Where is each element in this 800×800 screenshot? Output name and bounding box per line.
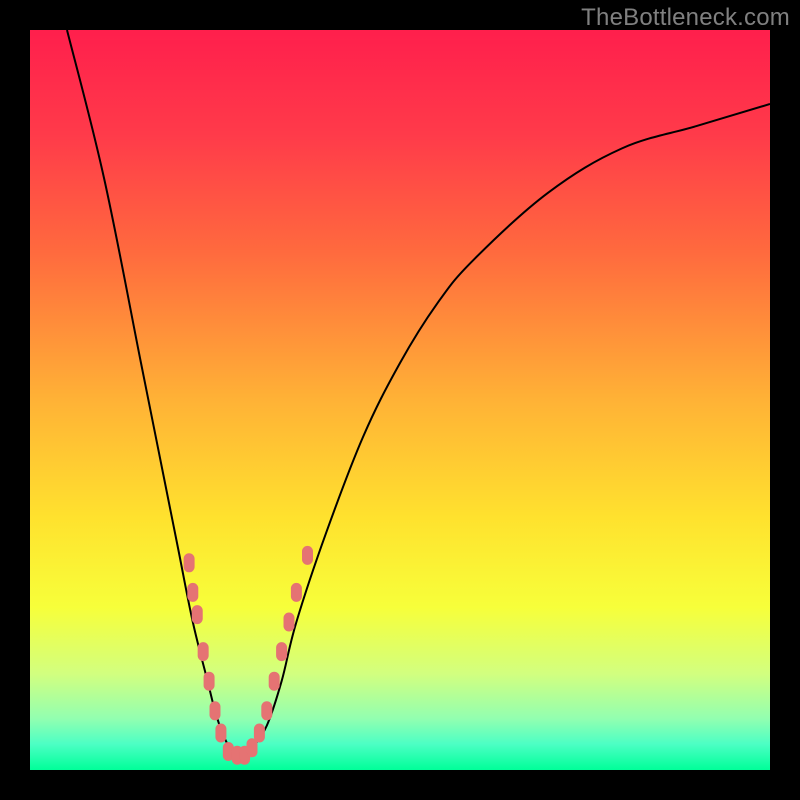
chart-frame: TheBottleneck.com	[0, 0, 800, 800]
data-marker	[184, 554, 194, 572]
data-marker	[198, 643, 208, 661]
curve-layer	[30, 30, 770, 770]
data-marker	[210, 702, 220, 720]
data-marker	[254, 724, 264, 742]
data-marker	[291, 583, 301, 601]
data-marker	[303, 546, 313, 564]
plot-area	[30, 30, 770, 770]
data-marker	[262, 702, 272, 720]
bottleneck-curve	[67, 30, 770, 756]
data-marker	[247, 739, 257, 757]
data-marker	[192, 606, 202, 624]
data-marker	[216, 724, 226, 742]
data-marker	[269, 672, 279, 690]
marker-group	[184, 546, 312, 764]
watermark-text: TheBottleneck.com	[581, 4, 790, 32]
data-marker	[188, 583, 198, 601]
data-marker	[277, 643, 287, 661]
data-marker	[284, 613, 294, 631]
data-marker	[204, 672, 214, 690]
